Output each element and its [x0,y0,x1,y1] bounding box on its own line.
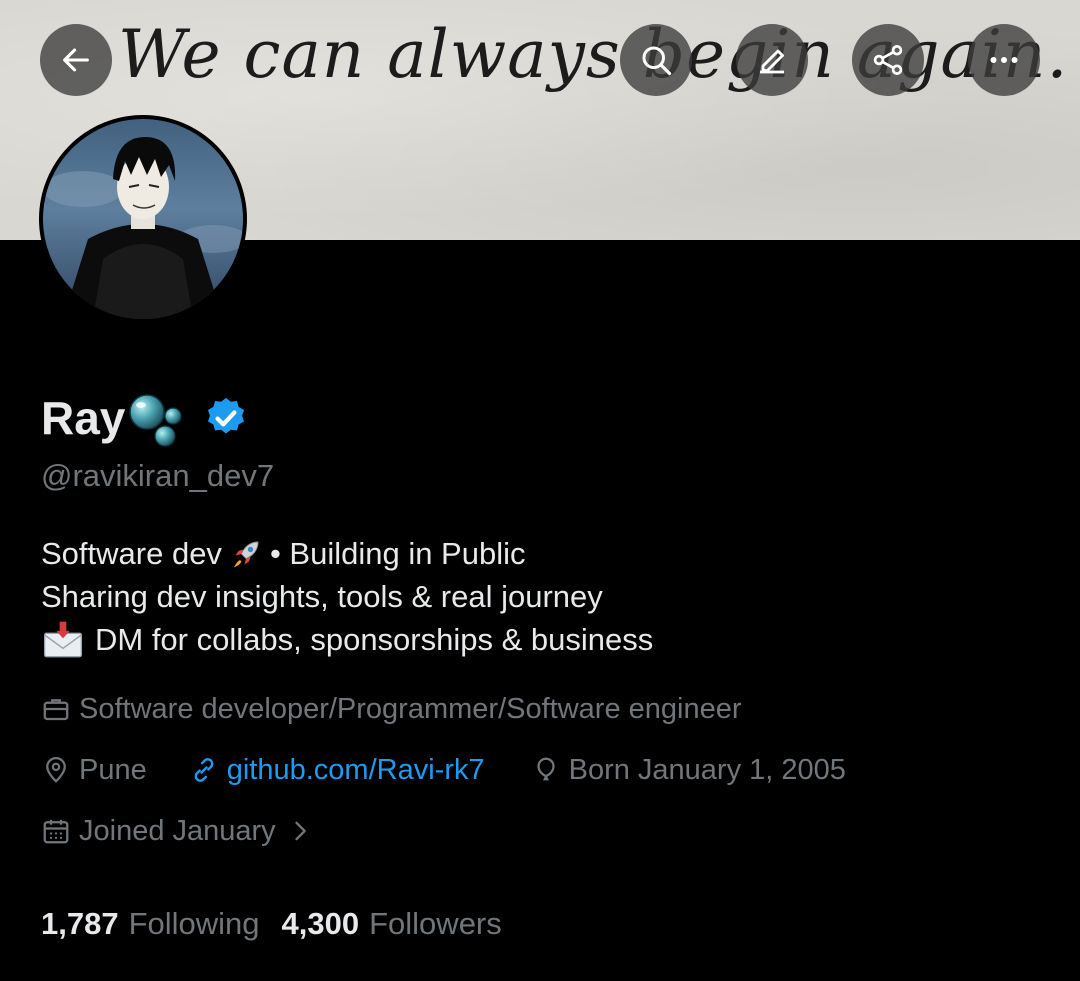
search-button[interactable] [620,24,692,96]
calendar-icon [43,819,69,844]
bio-line-3: DM for collabs, sponsorships & business [41,618,653,661]
followers-link[interactable]: 4,300 Followers [282,908,502,939]
follow-stats: 1,787 Following 4,300 Followers [41,908,502,939]
share-button[interactable] [852,24,924,96]
name-row: Ray [41,388,249,448]
bio-text: Sharing dev insights, tools & real journ… [41,579,603,614]
following-label: Following [128,906,260,941]
bio: Software dev • Building in Public Sharin… [41,532,653,661]
back-arrow-icon [63,48,89,72]
bio-text: Software dev [41,536,222,571]
details-row: Pune github.com/Ravi-rk7 Born January 1,… [41,755,846,785]
profession-row: Software developer/Programmer/Software e… [41,694,742,724]
share-icon [873,45,903,75]
followers-count: 4,300 [281,906,360,941]
briefcase-icon [43,699,69,721]
bio-text: DM for collabs, sponsorships & business [95,622,654,657]
rocket-icon [233,541,259,567]
display-name: Ray [41,392,126,444]
bio-line-1: Software dev • Building in Public [41,532,653,575]
balloon-icon [536,757,555,781]
followers-label: Followers [369,906,502,941]
location-pin-icon [46,757,66,783]
pencil-icon [760,49,784,74]
bio-text: • Building in Public [269,536,526,571]
website-link[interactable]: github.com/Ravi-rk7 [227,755,485,785]
birthday-text: Born January 1, 2005 [568,753,846,786]
back-button[interactable] [40,24,112,96]
avatar-image [43,119,243,319]
joined-row[interactable]: Joined January [41,816,314,846]
following-link[interactable]: 1,787 Following [41,908,260,939]
joined-text: Joined January [79,814,276,847]
following-count: 1,787 [41,906,119,941]
edit-profile-button[interactable] [736,24,808,96]
bubbles-icon [129,394,182,447]
bio-line-2: Sharing dev insights, tools & real journ… [41,575,653,618]
link-icon [194,758,214,782]
envelope-arrow-icon [44,621,82,657]
username-handle: @ravikiran_dev7 [41,458,275,493]
website[interactable]: github.com/Ravi-rk7 [189,755,485,785]
more-options-button[interactable] [968,24,1040,96]
chevron-right-icon [295,821,306,841]
birthday: Born January 1, 2005 [531,755,846,785]
verified-badge-icon[interactable] [203,395,249,441]
avatar[interactable] [39,115,247,323]
profession-text: Software developer/Programmer/Software e… [79,692,742,725]
search-icon [642,46,672,76]
more-dots-icon [990,57,1018,63]
banner-text: We can always begin again. [118,16,1069,93]
location-text: Pune [79,753,147,786]
location: Pune [41,755,147,785]
